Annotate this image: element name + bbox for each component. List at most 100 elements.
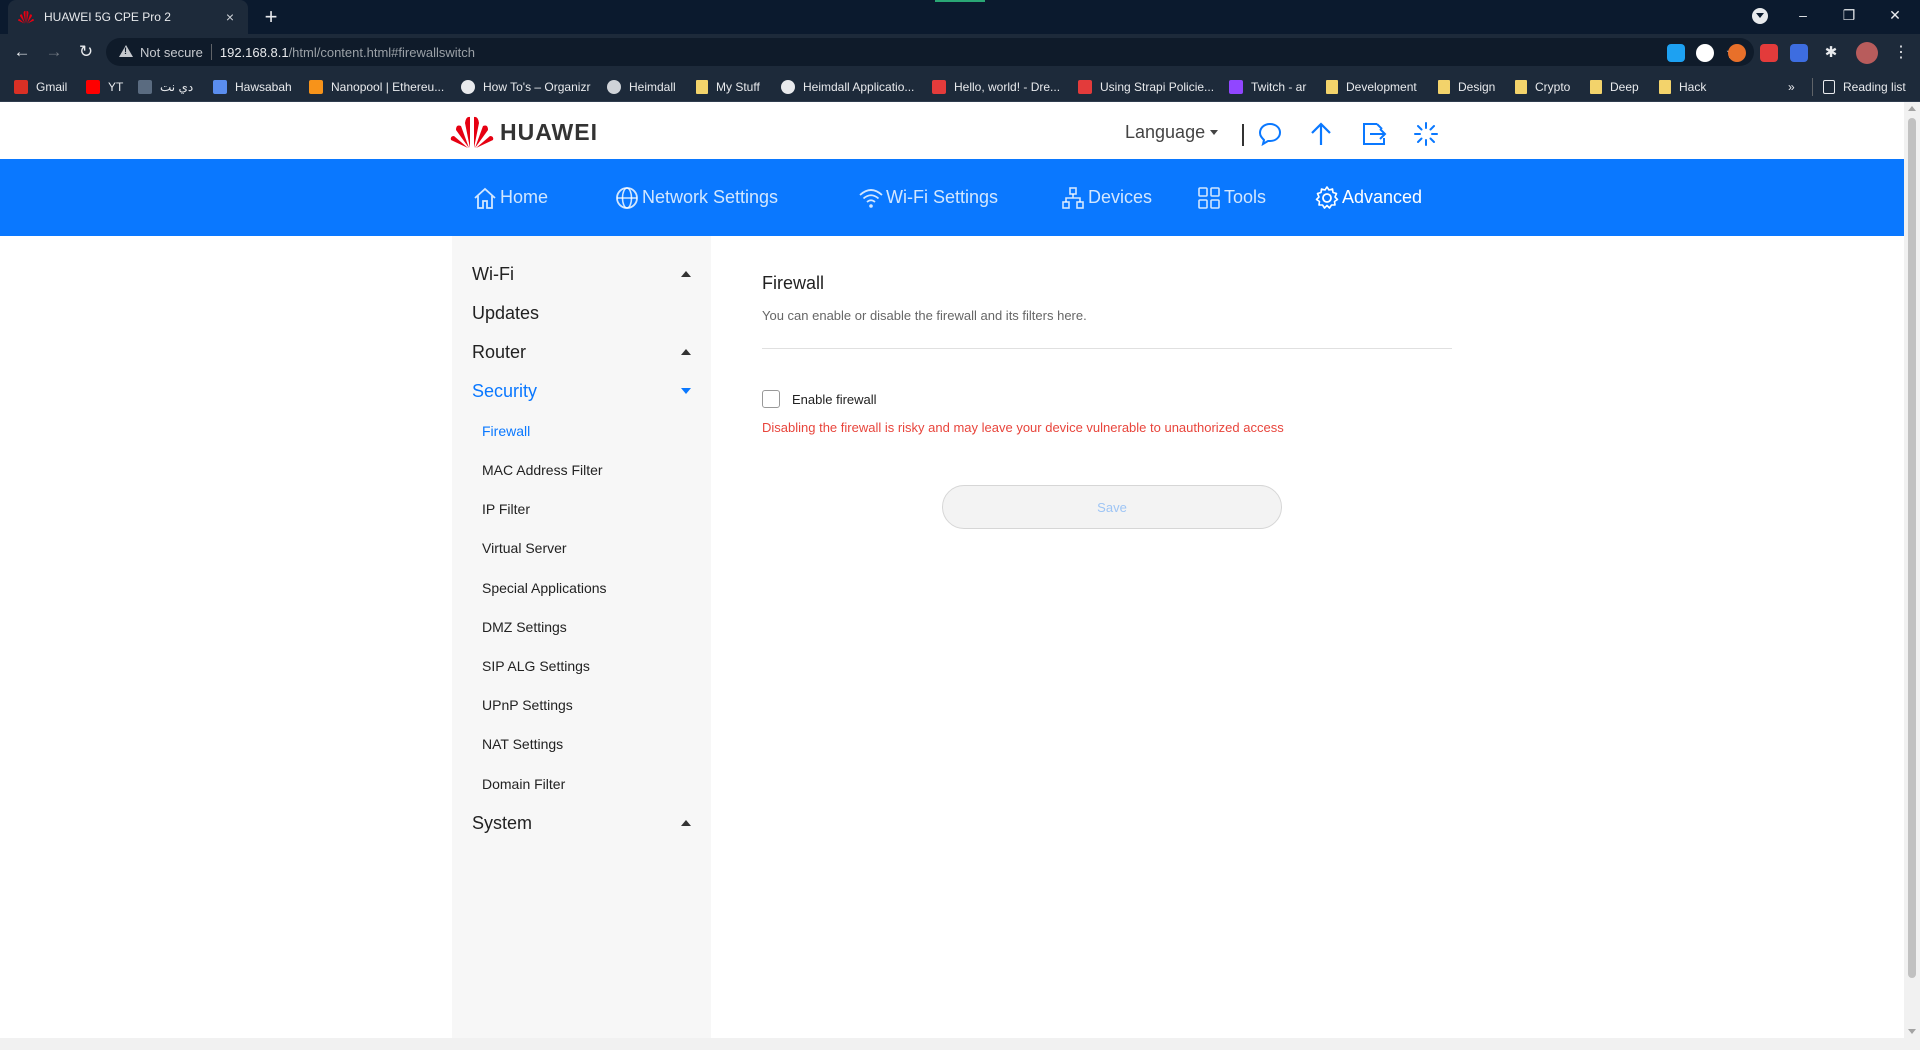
scrollbar-thumb[interactable]	[1908, 118, 1916, 978]
browser-tabstrip: HUAWEI 5G CPE Pro 2 × + – ❐ ✕	[0, 0, 1920, 34]
nav-home[interactable]: Home	[472, 159, 548, 236]
bookmark-strapi[interactable]: Using Strapi Policie...	[1078, 78, 1214, 96]
sidebar-item-mac-address-filter[interactable]: MAC Address Filter	[482, 458, 692, 482]
organizr-icon	[461, 80, 475, 94]
nav-tools[interactable]: Tools	[1196, 159, 1266, 236]
brand-name: HUAWEI	[500, 118, 598, 145]
profile-avatar[interactable]	[1856, 42, 1878, 64]
scroll-down-arrow-icon[interactable]	[1908, 1029, 1916, 1034]
browser-toolbar: ← → ↻ Not secure 192.168.8.1 /html/conte…	[0, 34, 1920, 70]
advanced-sidebar: Wi-Fi Updates Router Security Firewall M…	[452, 236, 711, 1038]
extension-2-icon[interactable]	[1696, 44, 1714, 62]
address-separator	[210, 44, 212, 60]
bookmark-organizr[interactable]: How To's – Organizr	[461, 78, 590, 96]
page-title: Firewall	[762, 273, 825, 293]
nav-devices[interactable]: Devices	[1060, 159, 1152, 236]
enable-firewall-checkbox[interactable]	[762, 390, 780, 408]
restore-button[interactable]: ❐	[1826, 0, 1872, 30]
horizontal-scrollbar[interactable]	[0, 1038, 1920, 1050]
reading-list-icon	[1823, 80, 1835, 94]
sidebar-section-wifi[interactable]: Wi-Fi	[472, 259, 697, 289]
sidebar-item-sip-alg-settings[interactable]: SIP ALG Settings	[482, 654, 692, 678]
nav-advanced[interactable]: Advanced	[1314, 159, 1422, 236]
tab-close-icon[interactable]: ×	[222, 9, 238, 25]
update-arrow-icon[interactable]	[1307, 120, 1335, 148]
reload-icon[interactable]: ↻	[74, 40, 98, 64]
bookmark-nanopool[interactable]: Nanopool | Ethereu...	[309, 78, 444, 96]
bookmark-hack[interactable]: Hack	[1659, 78, 1706, 96]
sidebar-section-system[interactable]: System	[472, 808, 697, 838]
sidebar-item-special-applications[interactable]: Special Applications	[482, 576, 692, 600]
extension-1-icon[interactable]	[1667, 44, 1685, 62]
huawei-header: HUAWEI Language	[0, 102, 1904, 159]
bookmark-hawsabah[interactable]: Hawsabah	[213, 78, 292, 96]
bookmark-design[interactable]: Design	[1438, 78, 1495, 96]
huawei-flower-icon	[450, 116, 494, 148]
tab-search-icon[interactable]	[1752, 8, 1768, 24]
collapse-arrow-icon	[681, 271, 691, 277]
nav-wifi-settings[interactable]: Wi-Fi Settings	[858, 159, 998, 236]
sidebar-section-updates[interactable]: Updates	[472, 298, 697, 328]
window-close-button[interactable]: ✕	[1872, 0, 1918, 30]
extension-5-icon[interactable]	[1790, 44, 1808, 62]
bookmark-dnet[interactable]: دي نت	[138, 78, 193, 96]
language-dropdown[interactable]: Language	[1125, 122, 1219, 143]
bookmark-heimdall-app[interactable]: Heimdall Applicatio...	[781, 78, 914, 96]
bookmark-my-stuff[interactable]: My Stuff	[696, 78, 760, 96]
bookmark-heimdall[interactable]: Heimdall	[607, 78, 676, 96]
message-icon[interactable]	[1256, 120, 1284, 148]
bookmark-development[interactable]: Development	[1326, 78, 1417, 96]
globe-icon	[616, 186, 638, 209]
tab-title: HUAWEI 5G CPE Pro 2	[44, 10, 171, 24]
folder-icon	[696, 80, 708, 94]
folder-icon	[1515, 80, 1527, 94]
forward-arrow-icon[interactable]: →	[42, 40, 66, 64]
not-secure-warning-icon	[118, 44, 134, 60]
sidebar-item-domain-filter[interactable]: Domain Filter	[482, 772, 692, 796]
scroll-up-arrow-icon[interactable]	[1908, 106, 1916, 111]
extension-4-icon[interactable]	[1760, 44, 1778, 62]
expand-arrow-icon	[681, 388, 691, 394]
bookmark-crypto[interactable]: Crypto	[1515, 78, 1570, 96]
sidebar-item-dmz-settings[interactable]: DMZ Settings	[482, 615, 692, 639]
sidebar-section-security[interactable]: Security	[472, 376, 697, 406]
tools-icon	[1198, 186, 1220, 209]
bookmark-twitch[interactable]: Twitch - ar	[1229, 78, 1306, 96]
window-accent-line	[935, 0, 985, 2]
sidebar-item-upnp-settings[interactable]: UPnP Settings	[482, 693, 692, 717]
bookmark-deep[interactable]: Deep	[1590, 78, 1639, 96]
back-arrow-icon[interactable]: ←	[10, 40, 34, 64]
nanopool-icon	[309, 80, 323, 94]
save-button[interactable]: Save	[942, 485, 1282, 529]
nav-network-settings[interactable]: Network Settings	[614, 159, 778, 236]
bookmarks-overflow-icon[interactable]: »	[1788, 78, 1795, 96]
loading-spinner-icon	[1414, 122, 1438, 146]
bookmark-yt[interactable]: YT	[86, 78, 123, 96]
reading-list-button[interactable]: Reading list	[1812, 78, 1906, 96]
browser-tab[interactable]: HUAWEI 5G CPE Pro 2 ×	[8, 0, 248, 34]
bookmark-dreamhost[interactable]: Hello, world! - Dre...	[932, 78, 1060, 96]
logout-icon[interactable]	[1360, 120, 1388, 148]
bookmarks-bar: Gmail YT دي نت Hawsabah Nanopool | Ether…	[0, 70, 1920, 102]
sidebar-item-firewall[interactable]: Firewall	[482, 419, 692, 443]
sidebar-item-ip-filter[interactable]: IP Filter	[482, 497, 692, 521]
new-tab-button[interactable]: +	[258, 4, 284, 30]
url-host: 192.168.8.1	[219, 44, 289, 60]
page-description: You can enable or disable the firewall a…	[762, 308, 1087, 323]
vertical-scrollbar[interactable]	[1904, 102, 1920, 1038]
address-bar[interactable]: Not secure 192.168.8.1 /html/content.htm…	[106, 38, 1754, 66]
sidebar-section-router[interactable]: Router	[472, 337, 697, 367]
youtube-icon	[86, 80, 100, 94]
minimize-button[interactable]: –	[1780, 0, 1826, 30]
collapse-arrow-icon	[681, 820, 691, 826]
extension-3-icon[interactable]	[1728, 44, 1746, 62]
bookmark-gmail[interactable]: Gmail	[14, 78, 67, 96]
huawei-logo[interactable]: HUAWEI	[450, 115, 598, 149]
sidebar-item-nat-settings[interactable]: NAT Settings	[482, 732, 692, 756]
sidebar-item-virtual-server[interactable]: Virtual Server	[482, 536, 692, 560]
enable-firewall-option[interactable]: Enable firewall	[762, 390, 877, 408]
browser-menu-icon[interactable]: ⋮	[1892, 44, 1910, 62]
dreamhost-icon	[932, 80, 946, 94]
wifi-icon	[859, 188, 883, 208]
extensions-puzzle-icon[interactable]: ✱	[1822, 44, 1840, 62]
